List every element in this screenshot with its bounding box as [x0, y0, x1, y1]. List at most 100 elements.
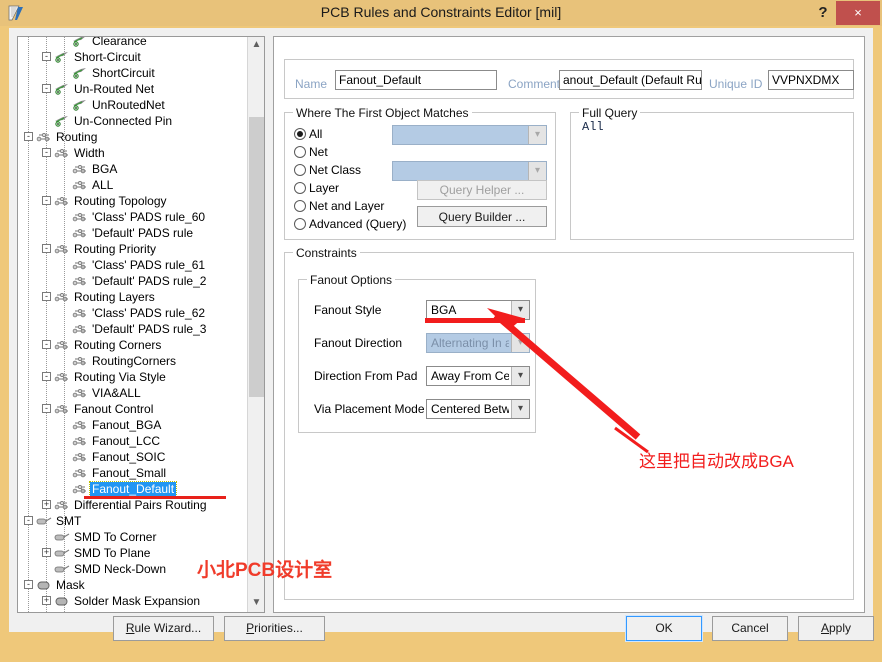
unique-id-input[interactable]: VVPNXDMX	[768, 70, 854, 90]
radio-net-class[interactable]: Net Class	[294, 162, 361, 178]
chevron-down-icon[interactable]: ▾	[511, 400, 529, 418]
tree-item[interactable]: Fanout_LCC	[18, 433, 248, 449]
fanout-style-value: BGA	[431, 303, 457, 317]
tree-item-label: Routing Corners	[74, 338, 162, 352]
collapse-toggle-icon[interactable]: -	[24, 132, 33, 141]
tree-item[interactable]: - Fanout Control	[18, 401, 248, 417]
apply-label: Apply	[820, 621, 852, 635]
annotation-note: 这里把自动改成BGA	[639, 452, 794, 471]
tree-item[interactable]: Un-Connected Pin	[18, 113, 248, 129]
collapse-toggle-icon[interactable]: -	[42, 244, 51, 253]
tree-item[interactable]: 'Default' PADS rule_3	[18, 321, 248, 337]
tree-item[interactable]: - Routing Layers	[18, 289, 248, 305]
collapse-toggle-icon[interactable]: -	[42, 292, 51, 301]
constraints-caption: Constraints	[293, 246, 360, 260]
radio-layer[interactable]: Layer	[294, 180, 339, 196]
tree-scrollbar[interactable]: ▲ ▼	[247, 37, 264, 612]
tree-item-label: SMD Neck-Down	[74, 562, 167, 576]
tree-item[interactable]: ShortCircuit	[18, 65, 248, 81]
name-label: Name	[292, 77, 331, 91]
tree-item[interactable]: Clearance	[18, 37, 248, 49]
tree-item-label: SMD To Corner	[74, 530, 157, 544]
query-builder-button[interactable]: Query Builder ...	[417, 206, 547, 227]
radio-net-and-layer[interactable]: Net and Layer	[294, 198, 384, 214]
name-input[interactable]: Fanout_Default	[335, 70, 497, 90]
rule-properties-panel: Name Fanout_Default Comment anout_Defaul…	[273, 36, 865, 613]
chevron-down-icon[interactable]: ▾	[528, 126, 546, 144]
tree-item[interactable]: 'Class' PADS rule_62	[18, 305, 248, 321]
tree-item[interactable]: - Routing Topology	[18, 193, 248, 209]
collapse-toggle-icon[interactable]: -	[42, 84, 51, 93]
collapse-toggle-icon[interactable]: -	[42, 404, 51, 413]
tree-item[interactable]: - SMT	[18, 513, 248, 529]
collapse-toggle-icon[interactable]: -	[42, 372, 51, 381]
tree-item[interactable]: - Short-Circuit	[18, 49, 248, 65]
priorities-button[interactable]: Priorities...	[224, 616, 325, 641]
expand-toggle-icon[interactable]: +	[42, 596, 51, 605]
tree-item[interactable]: ALL	[18, 177, 248, 193]
tree-item[interactable]: - Width	[18, 145, 248, 161]
fanout-style-combo[interactable]: BGA ▾	[426, 300, 530, 320]
radio-label: All	[309, 127, 323, 141]
tree-item[interactable]: UnRoutedNet	[18, 97, 248, 113]
tree-item[interactable]: 'Class' PADS rule_61	[18, 257, 248, 273]
close-button[interactable]: ×	[836, 1, 880, 25]
radio-net[interactable]: Net	[294, 144, 328, 160]
query-helper-button[interactable]: Query Helper ...	[417, 180, 547, 200]
tree-item[interactable]: - Un-Routed Net	[18, 81, 248, 97]
tree-item[interactable]: - Routing Corners	[18, 337, 248, 353]
collapse-toggle-icon[interactable]: -	[42, 196, 51, 205]
rule-clearance-icon	[72, 37, 88, 47]
tree-item[interactable]: Fanout_BGA	[18, 417, 248, 433]
tree-item[interactable]: 'Default' PADS rule_2	[18, 273, 248, 289]
cancel-button[interactable]: Cancel	[712, 616, 788, 641]
rule-wizard-button[interactable]: Rule Wizard...	[113, 616, 214, 641]
radio-all[interactable]: All	[294, 126, 322, 142]
radio-advanced-query[interactable]: Advanced (Query)	[294, 216, 406, 232]
tree-item[interactable]: 'Class' PADS rule_60	[18, 209, 248, 225]
tree-item[interactable]: - Routing Priority	[18, 241, 248, 257]
chevron-down-icon[interactable]: ▾	[511, 301, 529, 319]
chevron-down-icon[interactable]: ▼	[248, 595, 264, 612]
tree-item[interactable]: Fanout_SOIC	[18, 449, 248, 465]
rules-tree-panel[interactable]: Clearance - Short-Circuit ShortCircuit - Un-R…	[17, 36, 265, 613]
tree-item[interactable]: SMD To Corner	[18, 529, 248, 545]
tree-item[interactable]: + Solder Mask Expansion	[18, 593, 248, 609]
tree-item[interactable]: BGA	[18, 161, 248, 177]
collapse-toggle-icon[interactable]: -	[42, 148, 51, 157]
tree-item[interactable]: 'Default' PADS rule	[18, 225, 248, 241]
tree-item-selected[interactable]: Fanout_Default	[18, 481, 248, 497]
radio-dot-icon	[294, 218, 306, 230]
help-button[interactable]: ?	[812, 2, 834, 24]
tree-item[interactable]: - Routing Via Style	[18, 369, 248, 385]
comment-input[interactable]: anout_Default (Default Rule)	[559, 70, 702, 90]
collapse-toggle-icon[interactable]: -	[24, 580, 33, 589]
collapse-toggle-icon[interactable]: -	[24, 516, 33, 525]
tree-item[interactable]: Fanout_Small	[18, 465, 248, 481]
radio-dot-icon	[294, 146, 306, 158]
tree-item[interactable]: + Differential Pairs Routing	[18, 497, 248, 513]
rule-clearance-icon	[54, 51, 70, 63]
ok-button[interactable]: OK	[625, 615, 703, 642]
expand-toggle-icon[interactable]: +	[42, 548, 51, 557]
via-placement-mode-combo[interactable]: Centered Between Pads▾	[426, 399, 530, 419]
tree-item[interactable]: RoutingCorners	[18, 353, 248, 369]
collapse-toggle-icon[interactable]: -	[42, 52, 51, 61]
net-class-combo[interactable]: ▾	[392, 161, 547, 181]
tree-item-label: SMT	[56, 514, 82, 528]
collapse-toggle-icon[interactable]: -	[42, 340, 51, 349]
rules-tree[interactable]: Clearance - Short-Circuit ShortCircuit - Un-R…	[18, 37, 248, 612]
chevron-up-icon[interactable]: ▲	[248, 37, 264, 54]
scrollbar-thumb[interactable]	[249, 117, 264, 397]
rule-routing-icon	[72, 227, 88, 239]
tree-item[interactable]: - Routing	[18, 129, 248, 145]
chevron-down-icon[interactable]: ▾	[511, 367, 529, 385]
net-combo[interactable]: ▾	[392, 125, 547, 145]
expand-toggle-icon[interactable]: +	[42, 500, 51, 509]
radio-label: Net and Layer	[309, 199, 385, 213]
rule-routing-icon	[72, 451, 88, 463]
tree-item[interactable]: VIA&ALL	[18, 385, 248, 401]
apply-button[interactable]: Apply	[798, 616, 874, 641]
direction-from-pad-combo[interactable]: Away From Center▾	[426, 366, 530, 386]
chevron-down-icon[interactable]: ▾	[528, 162, 546, 180]
